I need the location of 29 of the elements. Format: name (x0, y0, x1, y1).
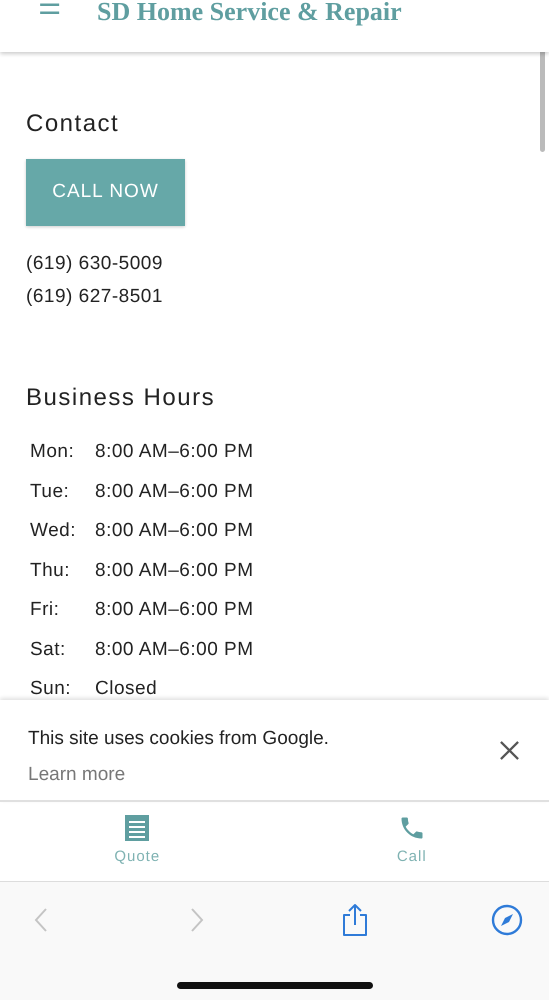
day-label: Sat: (30, 638, 67, 662)
day-label: Mon: (30, 440, 76, 464)
menu-button[interactable]: ☰ (38, 0, 61, 18)
section-heading: Contact (26, 109, 120, 139)
nav-button[interactable]: Call (274, 802, 549, 881)
cookie-message: This site uses cookies from Google. (28, 727, 329, 751)
day-label: Sun: (30, 677, 72, 700)
day-label: Fri: (30, 598, 60, 622)
call-now-button[interactable]: CALL NOW (26, 159, 185, 226)
hours-text: 8:00 AM–6:00 PM (95, 558, 255, 582)
hours-text: 8:00 AM–6:00 PM (95, 598, 255, 622)
hours-text: 8:00 AM–6:00 PM (95, 440, 255, 464)
receipt-icon (124, 814, 150, 842)
share-icon[interactable] (340, 903, 368, 937)
hours-text: Closed (95, 677, 158, 700)
day-label: Tue: (30, 480, 70, 504)
hours-text: 8:00 AM–6:00 PM (95, 638, 255, 662)
nav-button[interactable]: Quote (0, 802, 274, 881)
day-label: Wed: (30, 519, 78, 543)
phone-link[interactable]: (619) 627-8501 (26, 283, 163, 310)
phone-link[interactable]: (619) 630-5009 (26, 250, 163, 277)
day-label: Thu: (30, 558, 72, 582)
section-heading: Business Hours (26, 383, 216, 413)
close-icon[interactable] (499, 740, 520, 761)
learn-more-link[interactable]: Learn more (28, 763, 126, 787)
hours-text: 8:00 AM–6:00 PM (95, 519, 255, 543)
hours-text: 8:00 AM–6:00 PM (95, 480, 255, 504)
compass-icon[interactable] (491, 904, 523, 936)
site-title[interactable]: SD Home Service & Repair (97, 0, 402, 28)
